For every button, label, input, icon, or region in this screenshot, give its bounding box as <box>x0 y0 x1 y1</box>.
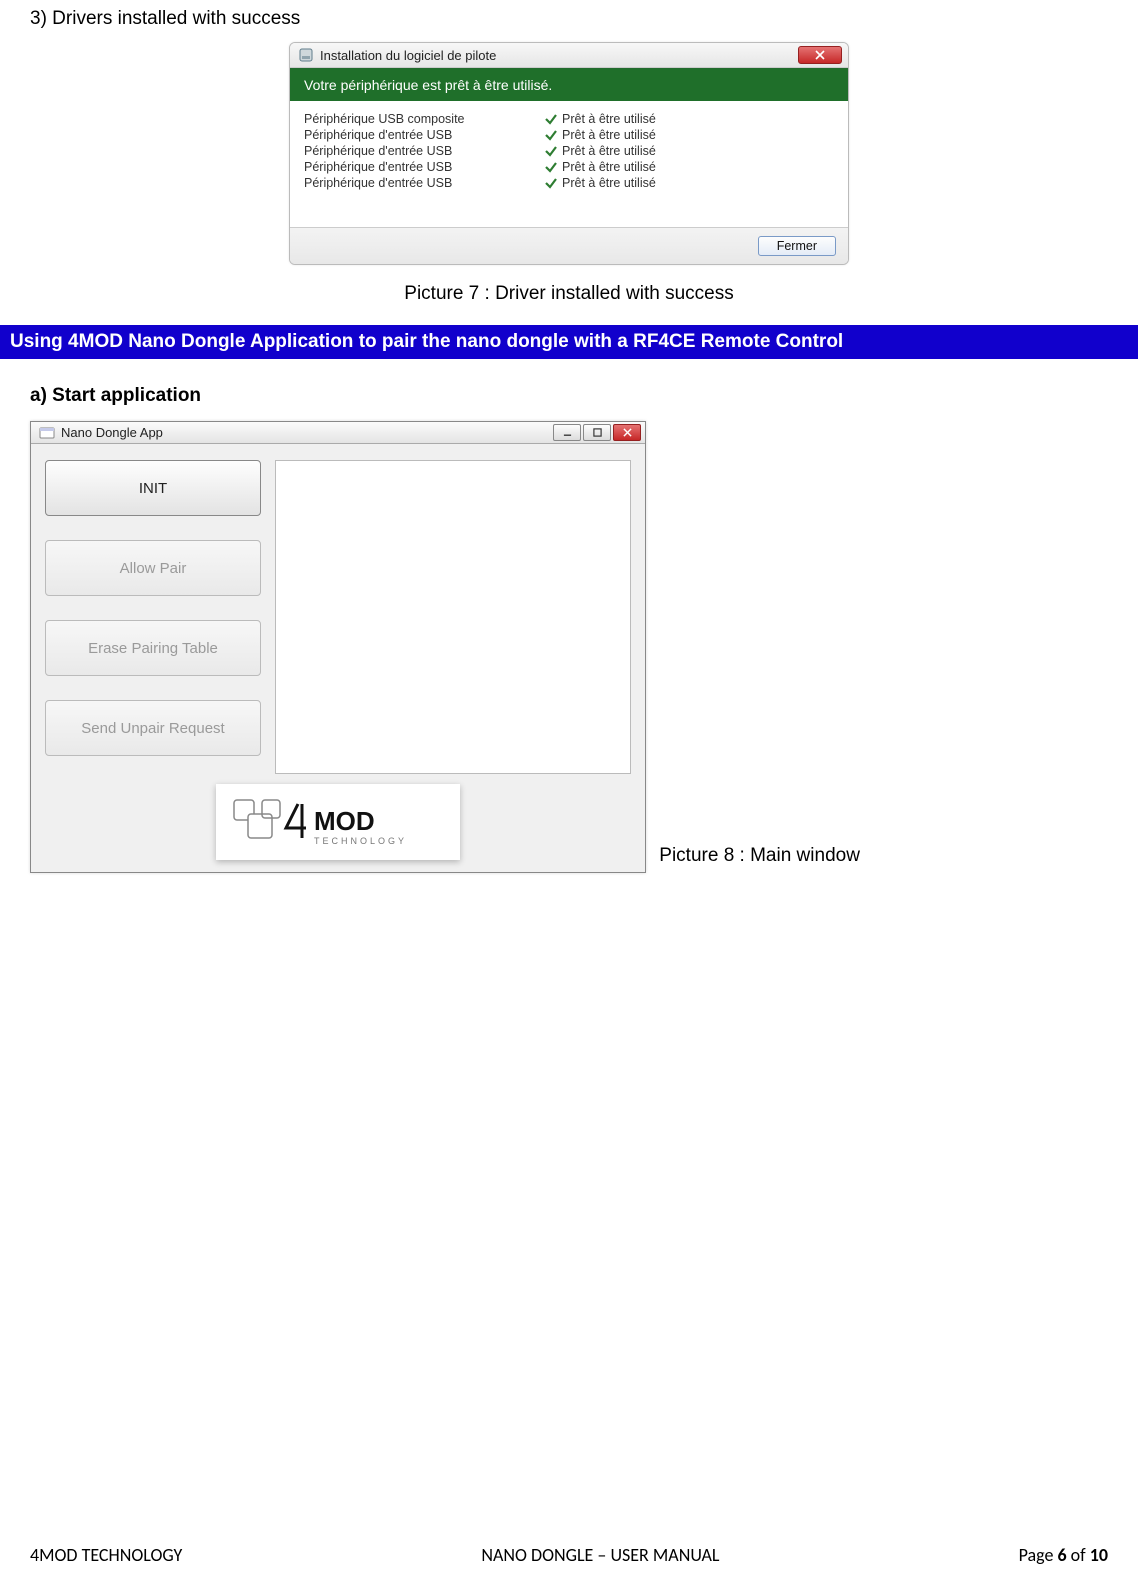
device-row: Périphérique d'entrée USB Prêt à être ut… <box>304 143 834 159</box>
figure-caption: Picture 8 : Main window <box>659 845 860 873</box>
device-name: Périphérique d'entrée USB <box>304 160 544 174</box>
app-icon <box>39 425 55 441</box>
device-list: Périphérique USB composite Prêt à être u… <box>290 101 848 227</box>
dialog-titlebar: Installation du logiciel de pilote <box>290 43 848 68</box>
close-button[interactable] <box>798 46 842 64</box>
logo-row: MOD TECHNOLOGY <box>31 784 645 872</box>
device-row: Périphérique d'entrée USB Prêt à être ut… <box>304 159 834 175</box>
init-button[interactable]: INIT <box>45 460 261 516</box>
device-name: Périphérique d'entrée USB <box>304 128 544 142</box>
device-status: Prêt à être utilisé <box>562 176 656 190</box>
footer-doc-title: NANO DONGLE – USER MANUAL <box>481 1544 719 1566</box>
device-row: Périphérique USB composite Prêt à être u… <box>304 111 834 127</box>
app-close-button[interactable] <box>613 424 641 441</box>
section-banner: Using 4MOD Nano Dongle Application to pa… <box>0 325 1138 359</box>
svg-text:MOD: MOD <box>314 806 375 836</box>
send-unpair-request-button[interactable]: Send Unpair Request <box>45 700 261 756</box>
device-status: Prêt à être utilisé <box>562 112 656 126</box>
maximize-button[interactable] <box>583 424 611 441</box>
subheading: a) Start application <box>30 385 1108 407</box>
check-icon <box>544 160 558 174</box>
footer-company: 4MOD TECHNOLOGY <box>30 1544 182 1566</box>
step-heading: 3) Drivers installed with success <box>30 0 1108 30</box>
fermer-button[interactable]: Fermer <box>758 236 836 256</box>
device-row: Périphérique d'entrée USB Prêt à être ut… <box>304 175 834 191</box>
check-icon <box>544 128 558 142</box>
check-icon <box>544 144 558 158</box>
footer-page: Page 6 of 10 <box>1019 1544 1108 1566</box>
device-status: Prêt à être utilisé <box>562 160 656 174</box>
svg-text:TECHNOLOGY: TECHNOLOGY <box>314 836 407 846</box>
log-output <box>275 460 631 774</box>
driver-install-dialog: Installation du logiciel de pilote Votre… <box>289 42 849 265</box>
installer-icon <box>298 47 314 63</box>
device-row: Périphérique d'entrée USB Prêt à être ut… <box>304 127 834 143</box>
device-status: Prêt à être utilisé <box>562 128 656 142</box>
company-logo: MOD TECHNOLOGY <box>216 784 460 860</box>
check-icon <box>544 112 558 126</box>
app-titlebar: Nano Dongle App <box>31 422 645 444</box>
minimize-button[interactable] <box>553 424 581 441</box>
device-name: Périphérique d'entrée USB <box>304 176 544 190</box>
dialog-title: Installation du logiciel de pilote <box>320 48 798 63</box>
device-status: Prêt à être utilisé <box>562 144 656 158</box>
device-name: Périphérique d'entrée USB <box>304 144 544 158</box>
allow-pair-button[interactable]: Allow Pair <box>45 540 261 596</box>
page-footer: 4MOD TECHNOLOGY NANO DONGLE – USER MANUA… <box>30 1544 1108 1566</box>
figure-caption: Picture 7 : Driver installed with succes… <box>30 283 1108 305</box>
erase-pairing-table-button[interactable]: Erase Pairing Table <box>45 620 261 676</box>
nano-dongle-app-window: Nano Dongle App INIT Allow Pair Erase Pa… <box>30 421 646 873</box>
device-name: Périphérique USB composite <box>304 112 544 126</box>
success-banner: Votre périphérique est prêt à être utili… <box>290 68 848 101</box>
app-title: Nano Dongle App <box>61 425 553 440</box>
dialog-footer: Fermer <box>290 227 848 264</box>
check-icon <box>544 176 558 190</box>
